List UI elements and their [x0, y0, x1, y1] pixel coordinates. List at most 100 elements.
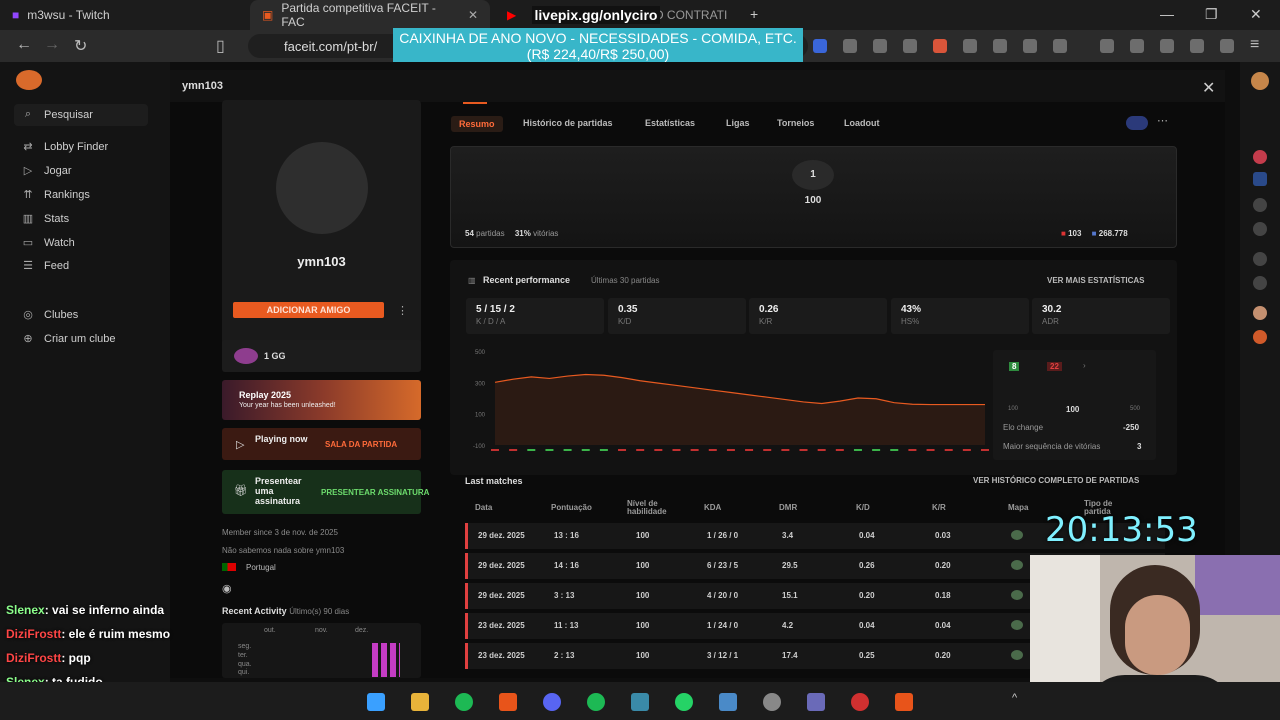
close-tab-icon[interactable]: ✕	[468, 8, 478, 22]
wallet-icon[interactable]	[1160, 39, 1174, 53]
add-friend-button[interactable]: ADICIONAR AMIGO	[233, 302, 384, 318]
sidebar-item-watch[interactable]: ▭ Watch	[22, 236, 75, 250]
nav-active-underline	[463, 102, 487, 104]
tab-faceit[interactable]: ▣ Partida competitiva FACEIT - FAC ✕	[250, 0, 490, 30]
sidebar-app-icon[interactable]	[1253, 222, 1267, 236]
sidebar-icon[interactable]	[1130, 39, 1144, 53]
cell-kd: 0.26	[859, 561, 875, 570]
tab-twitch[interactable]: ■ m3wsu - Twitch	[0, 0, 250, 30]
bookmark-icon[interactable]: ▯	[216, 36, 225, 56]
sidebar-label: Clubes	[44, 308, 79, 321]
sidebar-item-lobby[interactable]: ⇄ Lobby Finder	[22, 140, 108, 154]
vpn-icon[interactable]	[1220, 39, 1234, 53]
obs-icon[interactable]	[763, 693, 781, 711]
gift-subscription-button[interactable]: PRESENTEAR ASSINATURA	[321, 488, 429, 497]
brave-icon[interactable]	[499, 693, 517, 711]
vs-icon[interactable]	[1253, 172, 1267, 186]
faceit-taskbar-icon[interactable]	[895, 693, 913, 711]
reload-icon[interactable]: ↻	[74, 36, 87, 56]
sidebar-item-stats[interactable]: ▥ Stats	[22, 212, 69, 226]
bell-icon[interactable]	[1253, 198, 1267, 212]
spotify-icon[interactable]	[455, 693, 473, 711]
sidebar-app-icon[interactable]	[1253, 306, 1267, 320]
match-room-link[interactable]: SALA DA PARTIDA	[325, 440, 397, 449]
extension-icon[interactable]	[963, 39, 977, 53]
forward-icon[interactable]: →	[44, 36, 60, 54]
webcam-person-face	[1125, 595, 1190, 675]
headset-icon[interactable]	[1253, 330, 1267, 344]
cs-game-icon[interactable]	[1126, 116, 1148, 130]
gift-card[interactable]: 🎁︎ Presentear uma assinatura PRESENTEAR …	[222, 470, 429, 514]
extension-icon[interactable]	[933, 39, 947, 53]
sidebar-item-create-club[interactable]: ⊕ Criar um clube	[22, 332, 115, 346]
discord-icon[interactable]	[543, 693, 561, 711]
member-since: Member since 3 de nov. de 2025	[222, 528, 338, 537]
leo-icon[interactable]	[1190, 39, 1204, 53]
extension-icon[interactable]	[993, 39, 1007, 53]
tray-chevron-icon[interactable]: ^	[1012, 692, 1017, 704]
minimize-icon[interactable]: —	[1160, 6, 1174, 22]
modal-header: ymn103	[170, 70, 1225, 102]
extension-icon[interactable]	[843, 39, 857, 53]
tab-tournaments[interactable]: Torneios	[777, 118, 814, 128]
stat-kr: 0.26 K/R	[749, 298, 887, 334]
last-matches-title: Last matches	[465, 476, 523, 486]
tab-loadout[interactable]: Loadout	[844, 118, 880, 128]
sidebar-app-icon[interactable]	[1253, 252, 1267, 266]
faceit-logo-icon[interactable]	[16, 70, 42, 90]
new-tab-icon[interactable]: +	[750, 6, 758, 22]
cell-kr: 0.20	[935, 561, 951, 570]
sidebar-item-search[interactable]: ⌕ Pesquisar	[22, 108, 93, 121]
result-marker	[781, 449, 790, 451]
sidebar-item-clubs[interactable]: ◎ Clubes	[22, 308, 79, 322]
result-marker	[944, 449, 953, 451]
more-icon[interactable]: ⋯	[1157, 114, 1168, 127]
window-close-icon[interactable]: ✕	[1250, 6, 1262, 23]
more-stats-link[interactable]: VER MAIS ESTATÍSTICAS	[1047, 276, 1145, 285]
restore-icon[interactable]: ❐	[1205, 6, 1218, 23]
replay-card[interactable]: Replay 2025 Your year has been unleashed…	[222, 380, 421, 420]
tab-match-history[interactable]: Histórico de partidas	[523, 118, 613, 128]
extension-icon[interactable]	[1053, 39, 1067, 53]
tab-title: O CONTRATI	[654, 8, 728, 22]
playing-now-card[interactable]: ▷ Playing now SALA DA PARTIDA	[222, 428, 421, 460]
app-icon[interactable]	[807, 693, 825, 711]
tab-leagues[interactable]: Ligas	[726, 118, 750, 128]
start-icon[interactable]	[367, 693, 385, 711]
sidebar-app-icon[interactable]	[1253, 276, 1267, 290]
close-modal-icon[interactable]: ✕	[1202, 78, 1215, 98]
result-marker	[853, 449, 862, 451]
menu-icon[interactable]: ≡	[1250, 36, 1259, 54]
media-icon[interactable]	[1100, 39, 1114, 53]
sidebar-item-rankings[interactable]: ⇈ Rankings	[22, 188, 89, 202]
sidebar-item-feed[interactable]: ☰ Feed	[22, 259, 69, 273]
extensions-puzzle-icon[interactable]	[1023, 39, 1037, 53]
col-header: KDA	[704, 503, 722, 512]
back-icon[interactable]: ←	[16, 36, 32, 54]
full-history-link[interactable]: VER HISTÓRICO COMPLETO DE PARTIDAS	[973, 476, 1139, 485]
steam-icon[interactable]: ◉	[222, 582, 232, 595]
elo-chart: 500 300 100 -100	[473, 350, 989, 451]
spotify-icon[interactable]	[587, 693, 605, 711]
steam-icon[interactable]	[719, 693, 737, 711]
sidebar-app-icon[interactable]	[1253, 150, 1267, 164]
result-marker	[835, 449, 844, 451]
tab-summary[interactable]: Resumo	[451, 116, 503, 132]
stat-value: 0.26	[759, 304, 779, 315]
matches-label: partidas	[476, 229, 505, 238]
file-explorer-icon[interactable]	[411, 693, 429, 711]
result-marker	[636, 449, 645, 451]
modal-title: ymn103	[182, 80, 223, 92]
day-label: seg.	[238, 643, 252, 650]
extension-icon[interactable]	[873, 39, 887, 53]
whatsapp-icon[interactable]	[675, 693, 693, 711]
sidebar-item-play[interactable]: ▷ Jogar	[22, 164, 72, 178]
extension-icon[interactable]	[903, 39, 917, 53]
tab-statistics[interactable]: Estatísticas	[645, 118, 695, 128]
notepad-icon[interactable]	[631, 693, 649, 711]
profile-avatar[interactable]	[1251, 72, 1269, 90]
more-options-icon[interactable]: ⋮	[397, 304, 408, 317]
close-app-icon[interactable]	[851, 693, 869, 711]
extension-icon[interactable]	[813, 39, 827, 53]
chevron-right-icon[interactable]: ›	[1083, 361, 1086, 370]
